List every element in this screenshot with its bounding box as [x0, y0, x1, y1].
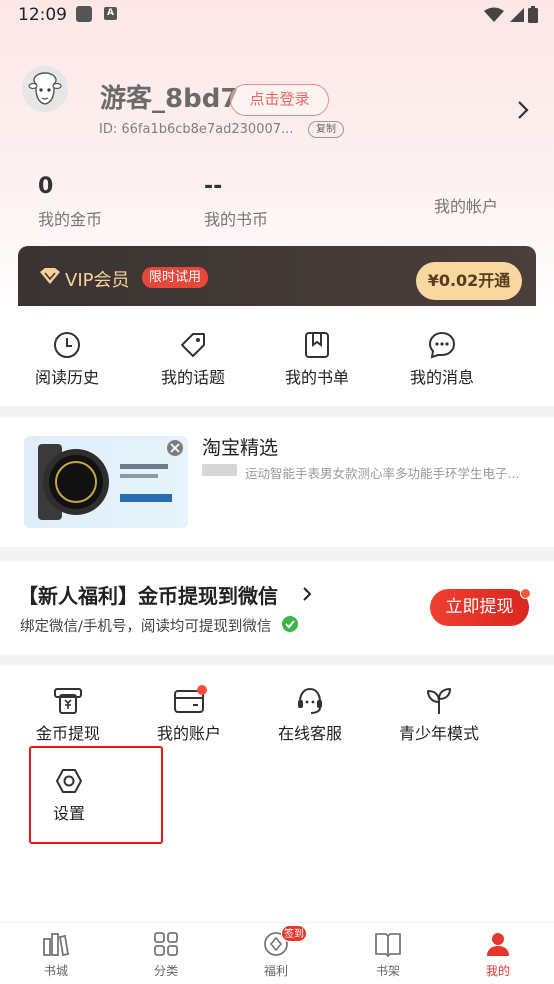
vip-title: VIP会员 — [65, 270, 130, 291]
tool-online-support[interactable]: 在线客服 — [260, 686, 360, 744]
grid-icon — [154, 932, 178, 956]
nav-label: 书城 — [43, 964, 68, 978]
bookmark-icon — [305, 332, 329, 358]
clock-icon — [54, 332, 80, 358]
my-account-link[interactable]: 我的帐户 — [434, 193, 498, 217]
wechat-check-icon — [282, 616, 298, 632]
sheep-avatar-icon — [22, 66, 68, 112]
book-coin-count[interactable]: -- — [204, 174, 222, 199]
vip-trial-tag: 限时试用 — [142, 267, 209, 288]
login-button[interactable]: 点击登录 — [230, 84, 329, 116]
bookshelf-icon — [375, 933, 401, 957]
checkin-badge: 签到 — [281, 925, 307, 942]
nav-label: 福利 — [263, 964, 288, 978]
tool-label: 在线客服 — [277, 724, 342, 743]
nav-bookstore[interactable]: 书城 — [21, 931, 91, 979]
shortcut-my-booklist[interactable]: 我的书单 — [267, 330, 367, 388]
smartwatch-image — [38, 440, 183, 520]
chevron-right-icon[interactable] — [517, 100, 529, 120]
book-coin-label[interactable]: 我的书币 — [204, 206, 268, 230]
shortcut-label: 我的话题 — [160, 368, 225, 387]
nav-mine[interactable]: 我的 — [463, 931, 533, 979]
avatar[interactable] — [22, 66, 68, 112]
chat-icon — [428, 331, 456, 359]
status-bar: 12:09 A — [0, 0, 554, 30]
vip-activate-button[interactable]: ¥0.02开通 — [416, 262, 522, 300]
nav-category[interactable]: 分类 — [131, 931, 201, 979]
ad-title[interactable]: 淘宝精选 — [202, 433, 278, 460]
ad-description[interactable]: 运动智能手表男女款测心率多功能手环学生电子... — [245, 463, 520, 482]
tool-teen-mode[interactable]: 青少年模式 — [389, 686, 489, 744]
shortcut-my-topics[interactable]: 我的话题 — [143, 330, 243, 388]
tool-coin-withdraw[interactable]: 金币提现 — [18, 686, 118, 744]
coin-count[interactable]: 0 — [38, 174, 53, 199]
withdraw-icon — [54, 688, 82, 714]
promo-subtitle: 绑定微信/手机号，阅读均可提现到微信 — [20, 619, 272, 635]
username: 游客_8bd7 — [100, 84, 239, 114]
tag-icon — [181, 333, 205, 357]
headset-icon — [298, 687, 322, 714]
vip-banner[interactable]: VIP会员 限时试用 ¥0.02开通 — [18, 246, 536, 306]
chevron-right-icon[interactable] — [302, 586, 312, 602]
notification-dot — [520, 588, 531, 599]
promo-title[interactable]: 【新人福利】金币提现到微信 — [18, 580, 278, 609]
shortcut-reading-history[interactable]: 阅读历史 — [17, 330, 117, 388]
person-icon — [487, 933, 509, 956]
ad-image[interactable] — [24, 436, 188, 528]
nav-label: 分类 — [153, 964, 178, 978]
sprout-icon — [427, 688, 451, 714]
shortcut-label: 阅读历史 — [34, 368, 99, 387]
notification-app-icon — [76, 6, 92, 22]
copy-id-button[interactable]: 复制 — [308, 121, 344, 138]
settings-highlight-box — [29, 746, 163, 844]
withdraw-now-button[interactable]: 立即提现 — [430, 589, 529, 626]
tool-label: 青少年模式 — [398, 724, 479, 743]
status-time: 12:09 — [18, 5, 67, 25]
vip-diamond-icon — [40, 268, 60, 284]
tool-label: 我的账户 — [156, 724, 221, 743]
system-icons — [484, 6, 538, 23]
bookstore-icon — [43, 933, 70, 957]
tool-my-account[interactable]: 我的账户 — [139, 686, 239, 744]
keyboard-a-icon: A — [104, 7, 117, 20]
signal-icon — [510, 7, 524, 22]
shortcut-my-messages[interactable]: 我的消息 — [392, 330, 492, 388]
shortcut-label: 我的消息 — [409, 368, 474, 387]
coin-label[interactable]: 我的金币 — [38, 206, 102, 230]
nav-bookshelf[interactable]: 书架 — [353, 931, 423, 979]
battery-icon — [528, 6, 538, 23]
user-id: ID: 66fa1b6cb8e7ad230007... — [99, 122, 294, 137]
nav-label: 我的 — [485, 964, 510, 978]
nav-label: 书架 — [375, 964, 400, 978]
ad-mark-icon — [202, 464, 237, 476]
shortcut-label: 我的书单 — [284, 368, 349, 387]
notification-dot — [197, 685, 207, 695]
tool-label: 金币提现 — [35, 724, 100, 743]
wifi-icon — [484, 7, 504, 22]
bottom-nav: 书城 分类 福利 书架 我的 — [0, 922, 554, 984]
